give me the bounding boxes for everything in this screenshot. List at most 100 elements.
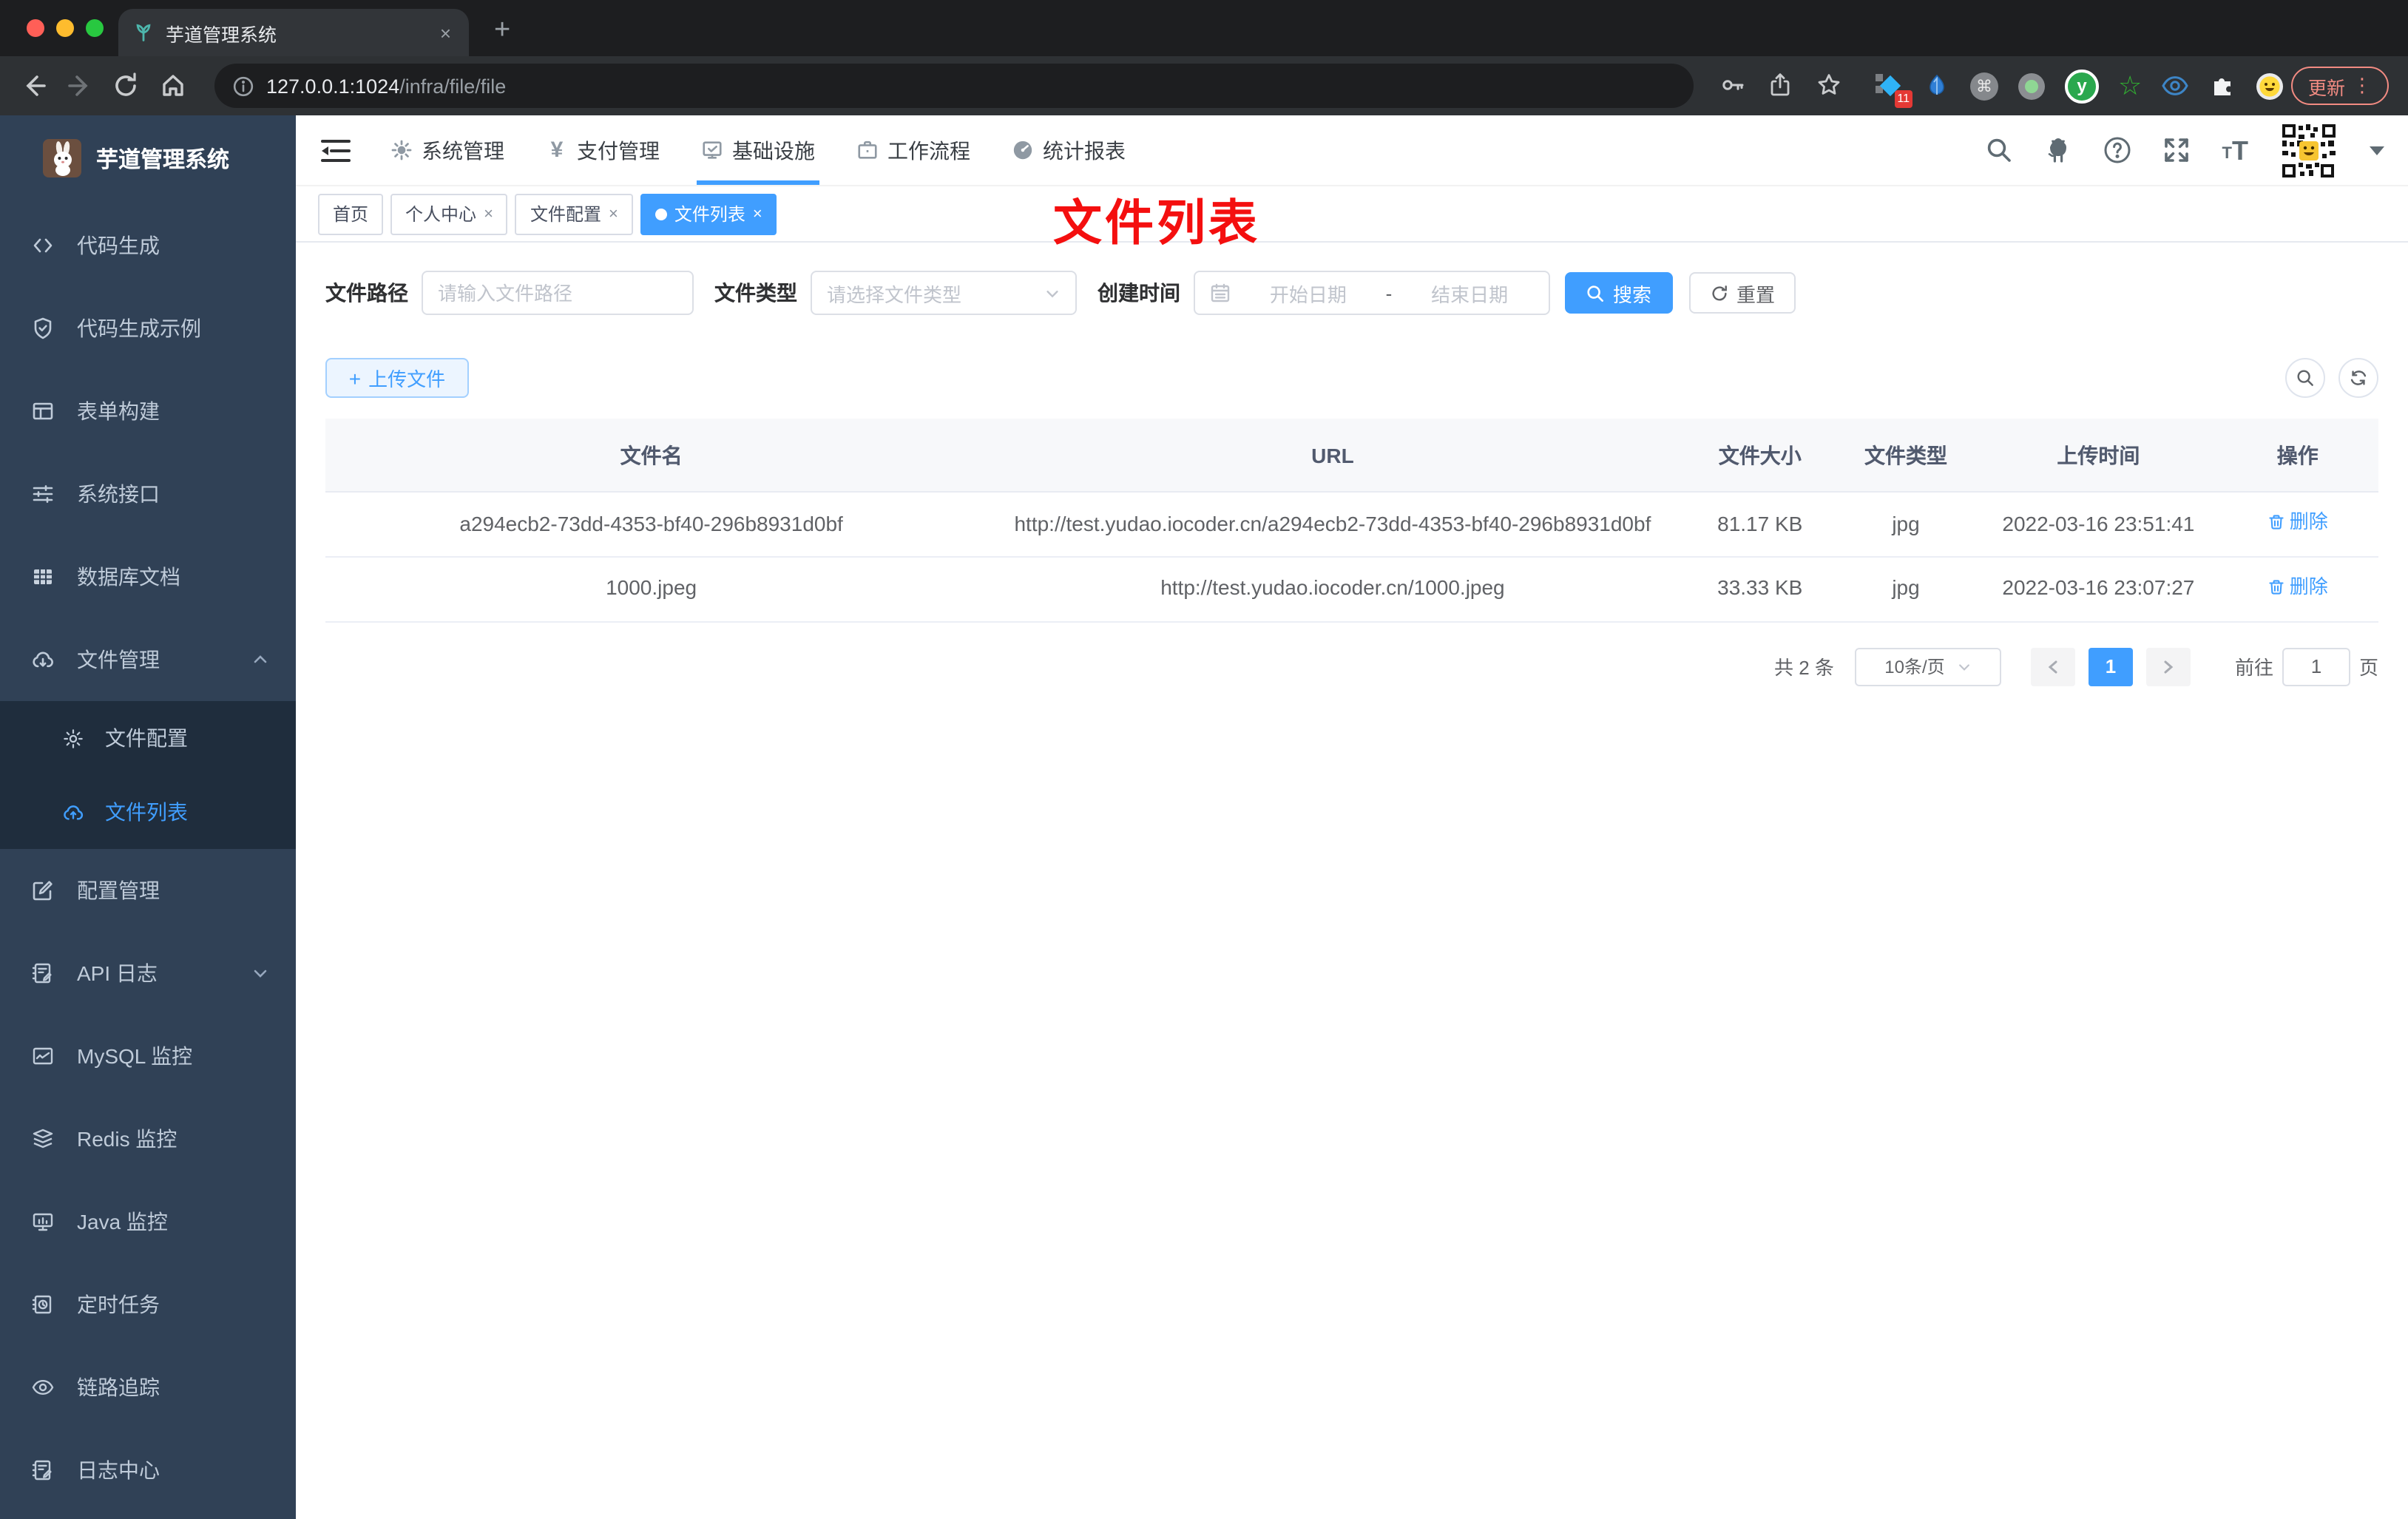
password-key-icon[interactable] xyxy=(1720,72,1745,98)
file-type-select[interactable]: 请选择文件类型 xyxy=(811,271,1077,315)
share-icon[interactable] xyxy=(1768,72,1793,98)
prev-page-button[interactable] xyxy=(2030,647,2075,686)
extension-metamask-icon[interactable]: 11 xyxy=(1876,72,1912,107)
font-size-icon[interactable]: TT xyxy=(2222,137,2248,163)
nav-item-system-mgmt[interactable]: 系统管理 xyxy=(390,115,504,185)
browser-menu-icon[interactable]: ⋮ xyxy=(2353,74,2372,98)
tab-close-icon[interactable]: × xyxy=(437,21,454,44)
sidebar-item-scheduled-tasks[interactable]: 定时任务 xyxy=(0,1263,296,1346)
sidebar-item-file-list[interactable]: 文件列表 xyxy=(0,775,296,849)
sidebar-item-redis-monitor[interactable]: Redis 监控 xyxy=(0,1097,296,1180)
sidebar-item-mysql-monitor[interactable]: MySQL 监控 xyxy=(0,1015,296,1097)
reload-icon[interactable] xyxy=(112,72,139,99)
site-info-icon[interactable] xyxy=(232,75,254,97)
upload-file-button[interactable]: + 上传文件 xyxy=(325,358,469,398)
sidebar-item-file-config[interactable]: 文件配置 xyxy=(0,701,296,775)
tag-file-config[interactable]: 文件配置 × xyxy=(515,193,633,234)
date-separator: - xyxy=(1385,282,1393,304)
chrome-update-button[interactable]: 更新 ⋮ xyxy=(2291,67,2389,105)
tag-close-icon[interactable]: × xyxy=(484,205,493,223)
chevron-down-icon xyxy=(254,970,267,978)
help-icon[interactable] xyxy=(2104,136,2132,164)
tag-file-list[interactable]: 文件列表 × xyxy=(640,193,777,234)
traffic-lights xyxy=(27,19,104,37)
sidebar-item-code-gen[interactable]: 代码生成 xyxy=(0,204,296,287)
browser-tab[interactable]: 芋道管理系统 × xyxy=(118,9,469,56)
browser-toolbar: 127.0.0.1:1024/infra/file/file 11 ⌘ y ☆ … xyxy=(0,56,2408,115)
page-size-select[interactable]: 10条/页 xyxy=(1854,647,2001,686)
goto-page-input[interactable] xyxy=(2282,647,2350,686)
rabbit-logo xyxy=(43,139,81,177)
nav-item-workflow[interactable]: 工作流程 xyxy=(856,115,970,185)
tag-close-icon[interactable]: × xyxy=(753,205,762,223)
tags-view-bar: 首页 个人中心 × 文件配置 × 文件列表 × xyxy=(296,186,2408,243)
app-logo-row[interactable]: 芋道管理系统 xyxy=(0,115,296,189)
extension-recorder-icon[interactable] xyxy=(2018,72,2046,100)
extension-star-icon[interactable]: ☆ xyxy=(2118,71,2142,100)
page-number-1[interactable]: 1 xyxy=(2088,647,2133,686)
url-bar[interactable]: 127.0.0.1:1024/infra/file/file xyxy=(214,64,1694,108)
home-icon[interactable] xyxy=(160,72,186,99)
sliders-icon xyxy=(33,485,53,503)
cell-url: http://test.yudao.iocoder.cn/1000.jpeg xyxy=(977,556,1688,622)
back-icon[interactable] xyxy=(21,72,47,99)
bookmark-star-icon[interactable] xyxy=(1816,72,1841,98)
file-type-label: 文件类型 xyxy=(714,281,797,305)
extension-pin-icon[interactable] xyxy=(1923,72,1951,100)
header-actions: TT xyxy=(1986,115,2384,185)
hamburger-fold-icon[interactable] xyxy=(319,137,352,163)
tag-home[interactable]: 首页 xyxy=(318,193,384,234)
close-window-button[interactable] xyxy=(27,19,44,37)
nav-item-reports[interactable]: 统计报表 xyxy=(1012,115,1126,185)
sidebar-item-label: 代码生成示例 xyxy=(77,317,201,340)
new-tab-button[interactable]: + xyxy=(494,10,510,52)
sidebar-item-config-mgmt[interactable]: 配置管理 xyxy=(0,849,296,932)
sidebar-item-code-gen-demo[interactable]: 代码生成示例 xyxy=(0,287,296,370)
date-range-picker[interactable]: 开始日期 - 结束日期 xyxy=(1194,271,1550,315)
file-table: 文件名 URL 文件大小 文件类型 上传时间 操作 a294ecb2-73dd-… xyxy=(325,419,2378,622)
avatar[interactable] xyxy=(2279,121,2338,180)
page-size-value: 10条/页 xyxy=(1884,657,1945,677)
sidebar-item-tracing[interactable]: 链路追踪 xyxy=(0,1346,296,1429)
update-label: 更新 xyxy=(2307,78,2345,98)
extension-puzzle-icon[interactable] xyxy=(2208,72,2236,100)
search-icon[interactable] xyxy=(1986,136,2014,164)
nav-item-infrastructure[interactable]: 基础设施 xyxy=(697,115,819,185)
tag-profile[interactable]: 个人中心 × xyxy=(390,193,508,234)
sidebar-item-java-monitor[interactable]: Java 监控 xyxy=(0,1180,296,1263)
fullscreen-icon[interactable] xyxy=(2163,136,2191,164)
extension-command-icon[interactable]: ⌘ xyxy=(1970,72,1998,100)
delete-button[interactable]: 删除 xyxy=(2267,572,2328,602)
calendar-icon xyxy=(1211,283,1230,302)
cell-size: 33.33 KB xyxy=(1688,556,1832,622)
sidebar-item-api-log[interactable]: API 日志 xyxy=(0,932,296,1015)
tag-close-icon[interactable]: × xyxy=(609,205,618,223)
start-date-placeholder[interactable]: 开始日期 xyxy=(1244,279,1373,307)
file-path-input[interactable] xyxy=(422,271,694,315)
sidebar-item-label: 文件配置 xyxy=(105,726,188,750)
sidebar-item-file-mgmt[interactable]: 文件管理 xyxy=(0,618,296,701)
show-search-toggle-button[interactable] xyxy=(2285,358,2325,398)
refresh-table-button[interactable] xyxy=(2338,358,2378,398)
sidebar-item-system-api[interactable]: 系统接口 xyxy=(0,453,296,535)
end-date-placeholder[interactable]: 结束日期 xyxy=(1405,279,1534,307)
nav-item-payment-mgmt[interactable]: ¥ 支付管理 xyxy=(546,115,660,185)
sidebar-item-form-builder[interactable]: 表单构建 xyxy=(0,370,296,453)
avatar-caret-icon[interactable] xyxy=(2370,146,2384,155)
minimize-window-button[interactable] xyxy=(56,19,74,37)
extension-eye-icon[interactable] xyxy=(2161,72,2189,100)
col-header-size: 文件大小 xyxy=(1688,419,1832,493)
sidebar-item-label: 系统接口 xyxy=(77,482,160,506)
delete-button[interactable]: 删除 xyxy=(2267,507,2328,537)
forward-icon[interactable] xyxy=(67,72,93,99)
reset-button[interactable]: 重置 xyxy=(1689,272,1796,314)
next-page-button[interactable] xyxy=(2145,647,2191,686)
nav-item-label: 工作流程 xyxy=(887,138,970,162)
extension-y-icon[interactable]: y xyxy=(2065,69,2099,103)
github-icon[interactable] xyxy=(2045,136,2073,164)
extension-emoji-icon[interactable] xyxy=(2256,72,2284,100)
zoom-window-button[interactable] xyxy=(86,19,104,37)
sidebar-item-log-center[interactable]: 日志中心 xyxy=(0,1429,296,1512)
search-button[interactable]: 搜索 xyxy=(1565,272,1673,314)
sidebar-item-db-doc[interactable]: 数据库文档 xyxy=(0,535,296,618)
